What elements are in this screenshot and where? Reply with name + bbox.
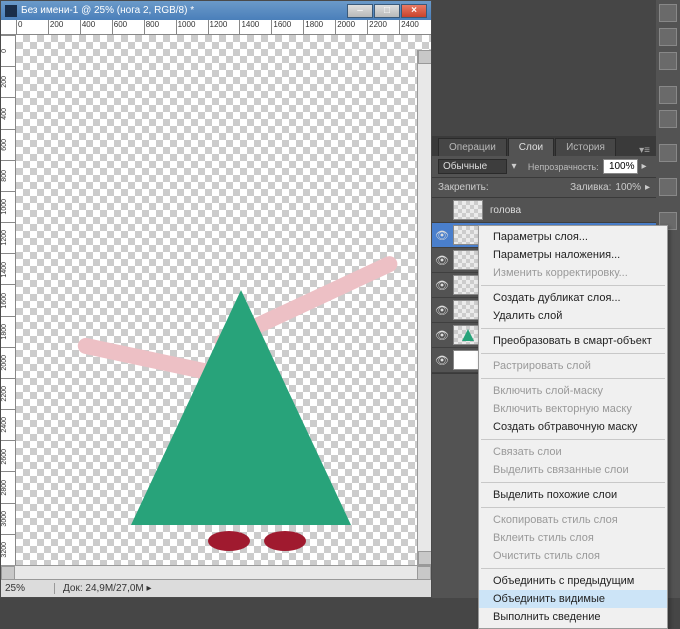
context-menu-item: Включить слой-маску: [479, 382, 667, 400]
close-button[interactable]: ×: [401, 4, 427, 18]
context-menu-item[interactable]: Удалить слой: [479, 307, 667, 325]
canvas[interactable]: [16, 35, 431, 565]
opacity-field[interactable]: 100%: [603, 159, 638, 174]
context-menu-item[interactable]: Выполнить сведение: [479, 608, 667, 626]
layer-name[interactable]: голова: [486, 205, 656, 216]
visibility-toggle[interactable]: 👁: [434, 329, 450, 342]
lock-label: Закрепить:: [438, 182, 489, 193]
color-icon[interactable]: [659, 144, 677, 162]
swatches-icon[interactable]: [659, 28, 677, 46]
panel-menu-icon[interactable]: ▾≡: [633, 145, 656, 156]
tab-history[interactable]: История: [555, 138, 616, 156]
scrollbar-horizontal[interactable]: [1, 565, 431, 579]
foot-shape: [264, 531, 306, 551]
context-menu-item[interactable]: Преобразовать в смарт-объект: [479, 332, 667, 350]
context-menu-item[interactable]: Параметры слоя...: [479, 228, 667, 246]
opacity-label: Непрозрачность:: [528, 162, 599, 172]
titlebar: Без имени-1 @ 25% (нога 2, RGB/8) * – □ …: [1, 1, 431, 20]
panel-tabs: Операции Слои История ▾≡: [432, 136, 656, 156]
zoom-level[interactable]: 25%: [1, 583, 55, 594]
context-menu-item[interactable]: Создать обтравочную маску: [479, 418, 667, 436]
paragraph-icon[interactable]: [659, 110, 677, 128]
context-menu-item: Связать слои: [479, 443, 667, 461]
context-menu-item: Изменить корректировку...: [479, 264, 667, 282]
ruler-vertical[interactable]: 0200400600800100012001400160018002000220…: [1, 35, 16, 565]
context-menu-item[interactable]: Объединить видимые: [479, 590, 667, 608]
artwork: [16, 35, 431, 565]
layer-row[interactable]: голова: [432, 198, 656, 223]
adjust-icon[interactable]: [659, 52, 677, 70]
context-menu-item: Очистить стиль слоя: [479, 547, 667, 565]
type-icon[interactable]: [659, 86, 677, 104]
context-menu-item[interactable]: Создать дубликат слоя...: [479, 289, 667, 307]
context-menu-item: Выделить связанные слои: [479, 461, 667, 479]
app-logo-icon: [5, 5, 17, 17]
context-menu-item: Включить векторную маску: [479, 400, 667, 418]
visibility-toggle[interactable]: 👁: [434, 229, 450, 242]
layer-options-row: Обычные ▾ Непрозрачность: 100%▸: [432, 156, 656, 178]
document-window: Без имени-1 @ 25% (нога 2, RGB/8) * – □ …: [0, 0, 432, 598]
status-bar: 25% Док: 24,9M/27,0M ▸: [1, 579, 431, 597]
context-menu-item: Растрировать слой: [479, 357, 667, 375]
window-title: Без имени-1 @ 25% (нога 2, RGB/8) *: [21, 5, 194, 16]
layer-lock-row: Закрепить: Заливка: 100%▸: [432, 178, 656, 198]
minimize-button[interactable]: –: [347, 4, 373, 18]
context-menu-item: Скопировать стиль слоя: [479, 511, 667, 529]
fill-field[interactable]: 100%: [615, 182, 641, 193]
context-menu-item[interactable]: Объединить с предыдущим: [479, 572, 667, 590]
styles-icon[interactable]: [659, 178, 677, 196]
tab-operations[interactable]: Операции: [438, 138, 507, 156]
visibility-toggle[interactable]: 👁: [434, 254, 450, 267]
context-menu-item[interactable]: Выделить похожие слои: [479, 486, 667, 504]
maximize-button[interactable]: □: [374, 4, 400, 18]
context-menu-item: Вклеить стиль слоя: [479, 529, 667, 547]
scrollbar-vertical[interactable]: [417, 50, 431, 565]
visibility-toggle[interactable]: 👁: [434, 279, 450, 292]
visibility-toggle[interactable]: 👁: [434, 354, 450, 367]
context-menu-item[interactable]: Параметры наложения...: [479, 246, 667, 264]
tab-layers[interactable]: Слои: [508, 138, 554, 156]
foot-shape: [208, 531, 250, 551]
layer-thumbnail[interactable]: [453, 200, 483, 220]
ruler-horizontal[interactable]: 0200400600800100012001400160018002000220…: [1, 20, 431, 35]
triangle-shape: [131, 290, 351, 525]
fill-label: Заливка:: [570, 182, 611, 193]
blend-mode-select[interactable]: Обычные: [438, 159, 507, 174]
docsize-value: 24,9M/27,0M: [85, 583, 143, 594]
context-menu: Параметры слоя...Параметры наложения...И…: [478, 225, 668, 629]
nav-icon[interactable]: [659, 4, 677, 22]
visibility-toggle[interactable]: 👁: [434, 304, 450, 317]
